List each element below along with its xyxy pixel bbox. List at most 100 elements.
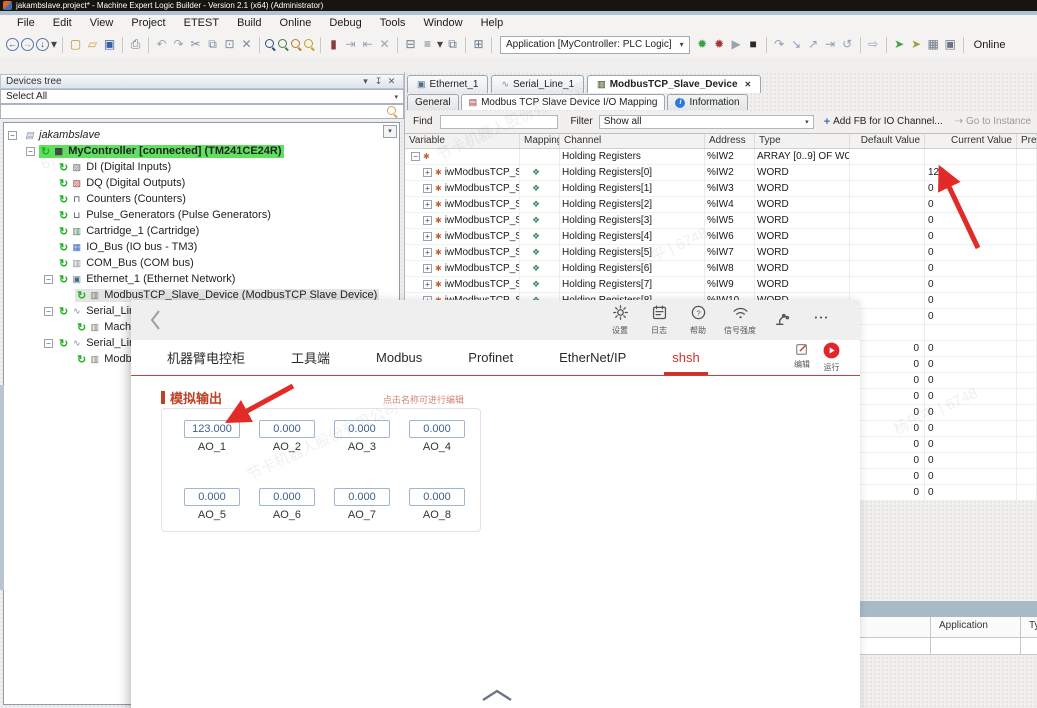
menu-edit[interactable]: Edit — [44, 17, 81, 29]
nav-forward-icon[interactable]: → — [21, 38, 34, 51]
paste-icon[interactable]: ⊡ — [221, 36, 238, 53]
menu-project[interactable]: Project — [122, 17, 174, 29]
step-into-icon[interactable]: ↘ — [788, 36, 805, 53]
menu-window[interactable]: Window — [414, 17, 471, 29]
view-list-caret-icon[interactable]: ▾ — [436, 36, 444, 53]
redo-icon[interactable]: ↷ — [170, 36, 187, 53]
tree-item[interactable]: −▤jakambslave — [4, 127, 399, 143]
close-tab-icon[interactable]: ✕ — [745, 80, 752, 89]
menu-etest[interactable]: ETEST — [175, 17, 228, 29]
ao-value-input[interactable]: 0.000 — [409, 420, 465, 438]
breakpoints-icon[interactable]: ▦ — [925, 36, 942, 53]
row-expander-icon[interactable]: + — [423, 184, 432, 193]
column-header[interactable]: Type — [755, 134, 850, 148]
sub-tab[interactable]: ▤Modbus TCP Slave Device I/O Mapping — [461, 94, 666, 110]
table-row[interactable]: +✱iwModbusTCP_Slav...❖Holding Registers[… — [405, 181, 1037, 197]
bookmark-prev-icon[interactable]: ⇤ — [359, 36, 376, 53]
tree-item[interactable]: −↻▣Ethernet_1 (Ethernet Network) — [4, 271, 399, 287]
tree-expander-icon[interactable]: − — [44, 339, 53, 348]
filter-select[interactable]: Show all ▾ — [599, 115, 814, 129]
signal-strength-icon[interactable]: 信号强度 — [724, 304, 756, 336]
log-icon[interactable]: 日志 — [646, 304, 672, 336]
write-values-icon[interactable]: ➤ — [891, 36, 908, 53]
table-row[interactable]: +✱iwModbusTCP_Slav...❖Holding Registers[… — [405, 245, 1037, 261]
sub-tab[interactable]: General — [407, 94, 459, 110]
row-expander-icon[interactable]: + — [423, 280, 432, 289]
goto-instance-button[interactable]: ⇢ Go to Instance — [955, 116, 1031, 127]
ao-channel-label[interactable]: AO_5 — [184, 509, 240, 521]
tree-expander-icon[interactable]: − — [44, 307, 53, 316]
web-tab[interactable]: shsh — [672, 340, 699, 375]
step-out-icon[interactable]: ↗ — [805, 36, 822, 53]
login-icon[interactable]: ✹ — [694, 36, 711, 53]
copy-icon[interactable]: ⧉ — [204, 36, 221, 53]
back-button[interactable] — [147, 308, 163, 335]
column-header[interactable]: Pre — [1017, 134, 1037, 148]
column-header[interactable]: Mapping — [520, 134, 560, 148]
release-values-icon[interactable]: ➤ — [908, 36, 925, 53]
find-next-icon[interactable] — [277, 38, 290, 51]
column-header[interactable]: Address — [705, 134, 755, 148]
table-row[interactable]: +✱iwModbusTCP_Slav...❖Holding Registers[… — [405, 261, 1037, 277]
web-tab[interactable]: 工具端 — [291, 340, 330, 375]
tree-item[interactable]: ↻⊔Pulse_Generators (Pulse Generators) — [4, 207, 399, 223]
row-expander-icon[interactable]: + — [423, 200, 432, 209]
save-icon[interactable]: ▣ — [101, 36, 118, 53]
device-grid-icon[interactable]: ⊞ — [470, 36, 487, 53]
ao-value-input[interactable]: 123.000 — [184, 420, 240, 438]
tree-item[interactable]: ↻▥COM_Bus (COM bus) — [4, 255, 399, 271]
stop-icon[interactable]: ■ — [745, 36, 762, 53]
tree-search-input[interactable] — [0, 104, 404, 119]
column-header[interactable]: Channel — [560, 134, 705, 148]
tree-scope-select[interactable]: Select All ▾ — [0, 89, 404, 104]
pin-icon[interactable]: ↧ — [372, 76, 385, 87]
table-row[interactable]: +✱iwModbusTCP_Slav...❖Holding Registers[… — [405, 229, 1037, 245]
close-icon[interactable]: ✕ — [385, 76, 398, 87]
panel-menu-icon[interactable]: ▾ — [359, 76, 372, 87]
ao-value-input[interactable]: 0.000 — [184, 488, 240, 506]
cut-icon[interactable]: ✂ — [187, 36, 204, 53]
row-expander-icon[interactable]: + — [423, 264, 432, 273]
bookmark-icon[interactable]: ▮ — [325, 36, 342, 53]
window-split-icon[interactable]: ⊟ — [402, 36, 419, 53]
settings-icon[interactable]: 设置 — [607, 304, 633, 336]
find-input[interactable] — [440, 115, 558, 129]
ao-channel-label[interactable]: AO_8 — [409, 509, 465, 521]
tree-item[interactable]: ↻▦IO_Bus (IO bus - TM3) — [4, 239, 399, 255]
run-button[interactable]: 运行 — [823, 342, 840, 373]
tree-expander-icon[interactable]: − — [26, 147, 35, 156]
more-icon[interactable] — [808, 304, 834, 329]
reset-icon[interactable]: ↺ — [839, 36, 856, 53]
application-selector[interactable]: Application [MyController: PLC Logic] ▾ — [500, 36, 690, 54]
bookmark-clear-icon[interactable]: ✕ — [376, 36, 393, 53]
nav-back-icon[interactable]: ← — [6, 38, 19, 51]
sub-tab[interactable]: iInformation — [667, 94, 747, 110]
doc-tab-serial_line_1[interactable]: ∿Serial_Line_1 — [491, 75, 584, 93]
open-project-icon[interactable]: ▱ — [84, 36, 101, 53]
web-tab[interactable]: Profinet — [468, 340, 513, 375]
web-tab[interactable]: EtherNet/IP — [559, 340, 626, 375]
new-file-icon[interactable]: ▢ — [67, 36, 84, 53]
monitor-icon[interactable]: ▣ — [942, 36, 959, 53]
table-row[interactable]: +✱iwModbusTCP_Slav...❖Holding Registers[… — [405, 277, 1037, 293]
ao-value-input[interactable]: 0.000 — [334, 420, 390, 438]
ao-channel-label[interactable]: AO_3 — [334, 441, 390, 453]
run-to-cursor-icon[interactable]: ⇥ — [822, 36, 839, 53]
row-expander-icon[interactable]: + — [423, 216, 432, 225]
menu-online[interactable]: Online — [271, 17, 321, 29]
tree-item[interactable]: ↻▨DI (Digital Inputs) — [4, 159, 399, 175]
table-row[interactable]: +✱iwModbusTCP_Slav...❖Holding Registers[… — [405, 197, 1037, 213]
replace-icon[interactable] — [290, 38, 303, 51]
step-over-icon[interactable]: ↷ — [771, 36, 788, 53]
row-expander-icon[interactable]: + — [423, 232, 432, 241]
new-window-icon[interactable]: ⧉ — [444, 36, 461, 53]
nav-history-icon[interactable]: ↓ — [36, 38, 49, 51]
tree-item[interactable]: −↻▦MyController [connected] (TM241CE24R) — [4, 143, 399, 159]
start-icon[interactable]: ▶ — [728, 36, 745, 53]
delete-icon[interactable]: ✕ — [238, 36, 255, 53]
ao-channel-label[interactable]: AO_4 — [409, 441, 465, 453]
menu-view[interactable]: View — [81, 17, 123, 29]
menu-help[interactable]: Help — [472, 17, 513, 29]
find-icon[interactable] — [264, 38, 277, 51]
ao-value-input[interactable]: 0.000 — [334, 488, 390, 506]
